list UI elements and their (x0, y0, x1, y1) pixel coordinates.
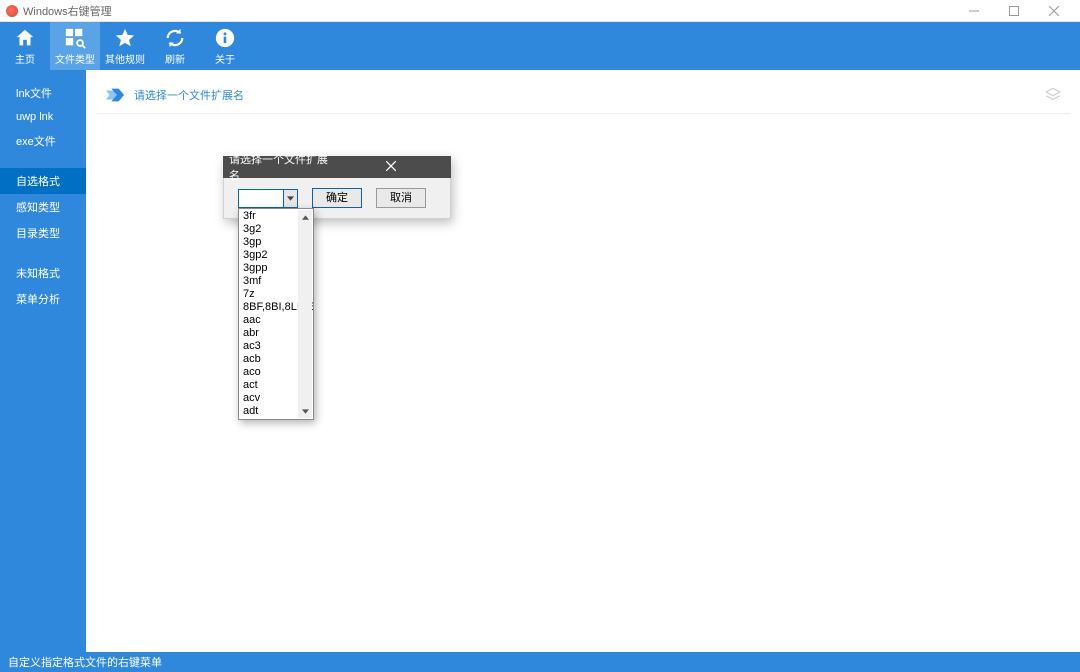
scroll-down-icon[interactable] (298, 404, 312, 418)
toolbar-otherrules-label: 其他规则 (105, 51, 145, 66)
toolbar-about[interactable]: 关于 (200, 22, 250, 70)
extension-input[interactable] (239, 190, 283, 207)
info-icon (214, 25, 236, 51)
extension-combobox[interactable] (238, 189, 298, 208)
maximize-button[interactable] (994, 0, 1034, 22)
sidebar-item-lnk[interactable]: lnk文件 (0, 80, 86, 106)
window-title: Windows右键管理 (23, 3, 954, 19)
dropdown-scrollbar[interactable] (298, 210, 312, 418)
toolbar-otherrules[interactable]: 其他规则 (100, 22, 150, 70)
extension-dropdown: 3fr 3g2 3gp 3gp2 3gpp 3mf 7z 8BF,8BI,8LI… (238, 208, 314, 420)
toolbar-filetype[interactable]: 文件类型 (50, 22, 100, 70)
statusbar: 自定义指定格式文件的右键菜单 (0, 652, 1080, 672)
minimize-button[interactable] (954, 0, 994, 22)
refresh-icon (164, 25, 186, 51)
toolbar-filetype-label: 文件类型 (55, 51, 95, 66)
dialog-titlebar[interactable]: 请选择一个文件扩展名 (223, 156, 451, 178)
content-title: 请选择一个文件扩展名 (134, 87, 244, 103)
close-button[interactable] (1034, 0, 1074, 22)
ok-button[interactable]: 确定 (312, 188, 362, 208)
sidebar: lnk文件 uwp lnk exe文件 自选格式 感知类型 目录类型 未知格式 … (0, 70, 86, 652)
filetype-icon (64, 25, 86, 51)
window-titlebar: Windows右键管理 (0, 0, 1080, 22)
content-header: 请选择一个文件扩展名 (96, 76, 1070, 114)
app-icon (6, 5, 18, 17)
arrow-icon (104, 84, 126, 106)
cancel-button[interactable]: 取消 (376, 188, 426, 208)
sidebar-item-custom-format[interactable]: 自选格式 (0, 168, 86, 194)
toolbar-home-label: 主页 (15, 51, 35, 66)
toolbar-refresh[interactable]: 刷新 (150, 22, 200, 70)
home-icon (14, 25, 36, 51)
statusbar-text: 自定义指定格式文件的右键菜单 (8, 654, 162, 670)
dialog-title: 请选择一个文件扩展名 (229, 151, 337, 183)
sidebar-item-exe[interactable]: exe文件 (0, 128, 86, 154)
sidebar-item-directory-type[interactable]: 目录类型 (0, 220, 86, 246)
dialog-close-button[interactable] (337, 161, 445, 174)
sidebar-item-uwplnk[interactable]: uwp lnk (0, 106, 86, 128)
sidebar-item-perceived-type[interactable]: 感知类型 (0, 194, 86, 220)
star-icon (114, 25, 136, 51)
scroll-up-icon[interactable] (298, 210, 312, 224)
sidebar-item-unknown-format[interactable]: 未知格式 (0, 260, 86, 286)
main-toolbar: 主页 文件类型 其他规则 刷新 关于 (0, 22, 1080, 70)
combobox-arrow-icon[interactable] (283, 190, 297, 207)
layers-icon[interactable] (1044, 86, 1062, 109)
window-controls (954, 0, 1074, 22)
toolbar-refresh-label: 刷新 (165, 51, 185, 66)
toolbar-home[interactable]: 主页 (0, 22, 50, 70)
toolbar-about-label: 关于 (215, 51, 235, 66)
sidebar-item-menu-analysis[interactable]: 菜单分析 (0, 286, 86, 312)
content-area: 请选择一个文件扩展名 请选择一个文件扩展名 确定 (86, 70, 1080, 652)
main-body: lnk文件 uwp lnk exe文件 自选格式 感知类型 目录类型 未知格式 … (0, 70, 1080, 652)
